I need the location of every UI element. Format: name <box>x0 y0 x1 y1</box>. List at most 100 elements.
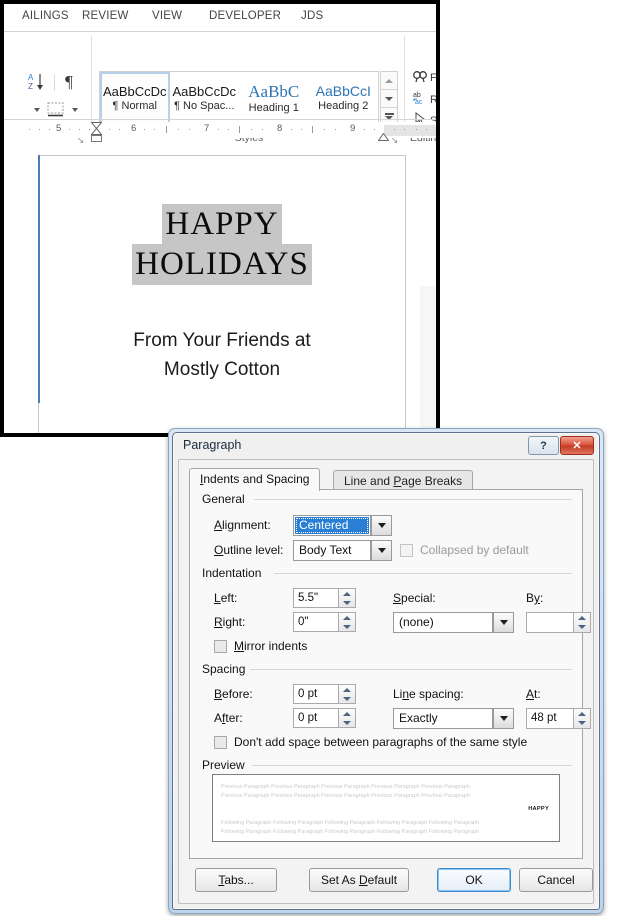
right-indent-marker[interactable] <box>377 128 390 141</box>
preview-sample-text: HAPPY <box>528 806 549 812</box>
ok-button[interactable]: OK <box>437 868 511 892</box>
styles-gallery[interactable]: AaBbCcDc ¶ Normal AaBbCcDc ¶ No Spac... … <box>99 71 379 126</box>
left-indent-stepper-up[interactable] <box>339 589 355 598</box>
ruler-number-9: 9 <box>350 123 356 134</box>
alignment-value: Centered <box>295 517 369 534</box>
at-stepper-up[interactable] <box>574 709 590 719</box>
alignment-dropdown-button[interactable] <box>371 515 392 536</box>
preview-following-line-1: Following Paragraph Following Paragraph … <box>221 820 480 826</box>
set-as-default-button[interactable]: Set As Default <box>309 868 409 892</box>
borders-icon[interactable] <box>46 102 66 118</box>
document-subtitle-line-2: Mostly Cotton <box>163 359 281 381</box>
styles-scroll-up-button[interactable] <box>381 72 397 90</box>
spacing-before-stepper-down[interactable] <box>339 694 355 703</box>
help-button[interactable]: ? <box>528 436 559 455</box>
spacing-before-stepper-up[interactable] <box>339 685 355 694</box>
by-stepper[interactable] <box>573 612 591 633</box>
show-formatting-marks-icon[interactable]: ¶ <box>61 72 77 92</box>
tab-indents-and-spacing[interactable]: Indents and Spacing <box>189 468 321 491</box>
style-item-heading-2[interactable]: AaBbCcI Heading 2 <box>309 72 379 125</box>
editing-item-replace[interactable]: Re <box>430 94 436 106</box>
left-indent-marker[interactable] <box>91 135 102 142</box>
more-bar-icon <box>384 113 394 115</box>
chevron-down-icon <box>499 716 508 721</box>
by-label: By: <box>526 591 544 605</box>
svg-text:ac: ac <box>415 99 423 105</box>
cancel-button[interactable]: Cancel <box>519 868 593 892</box>
document-page[interactable]: HAPPY HOLIDAYS From Your Friends at Most… <box>38 155 406 433</box>
styles-gallery-scrollbar[interactable] <box>380 71 398 126</box>
svg-text:A: A <box>28 73 34 82</box>
ribbon-tab-mailings[interactable]: AILINGS <box>22 10 69 22</box>
ribbon-tab-jds[interactable]: JDS <box>301 10 323 22</box>
preview-group-title: Preview <box>202 758 250 772</box>
ribbon-tab-developer[interactable]: DEVELOPER <box>209 10 281 22</box>
dialog-titlebar[interactable]: Paragraph ? ✕ <box>173 433 599 459</box>
replace-icon[interactable]: ab ac <box>413 90 429 110</box>
special-value[interactable]: (none) <box>393 612 493 633</box>
ruler-number-7: 7 <box>204 123 210 134</box>
outline-level-dropdown-button[interactable] <box>371 540 392 561</box>
left-indent-stepper-down[interactable] <box>339 598 355 607</box>
ruler-number-5: 5 <box>56 123 62 134</box>
spacing-before-input[interactable]: 0 pt <box>293 684 339 704</box>
editing-item-find[interactable]: Fi <box>430 72 436 84</box>
tabs-button[interactable]: Tabs... <box>195 868 277 892</box>
alignment-combobox[interactable]: Centered <box>293 515 371 536</box>
by-input[interactable] <box>526 612 574 633</box>
horizontal-ruler[interactable]: 5 6 7 8 9 <box>26 122 436 142</box>
preview-previous-line-1: Previous Paragraph Previous Paragraph Pr… <box>221 784 470 790</box>
mirror-indents-checkbox[interactable] <box>214 640 227 653</box>
outline-level-value[interactable]: Body Text <box>293 540 371 561</box>
style-item-heading-1[interactable]: AaBbC Heading 1 <box>239 72 309 125</box>
close-icon[interactable]: ✕ <box>560 436 594 455</box>
style-item-normal[interactable]: AaBbCcDc ¶ Normal <box>100 72 170 125</box>
paragraph-dialog[interactable]: Paragraph ? ✕ Indents and Spacing Line a… <box>172 432 600 910</box>
document-canvas[interactable]: HAPPY HOLIDAYS From Your Friends at Most… <box>4 145 436 433</box>
special-dropdown-button[interactable] <box>493 612 514 633</box>
by-stepper-down[interactable] <box>574 623 590 633</box>
ribbon-tab-review[interactable]: REVIEW <box>82 10 129 22</box>
line-spacing-value[interactable]: Exactly <box>393 708 493 729</box>
right-indent-stepper-up[interactable] <box>339 613 355 622</box>
ribbon-tab-view[interactable]: VIEW <box>152 10 182 22</box>
tab-line-and-page-breaks[interactable]: Line and Page Breaks <box>333 470 474 490</box>
at-stepper[interactable] <box>573 708 591 729</box>
borders-dropdown-caret-icon[interactable] <box>72 108 78 112</box>
ruler-right-margin-zone <box>384 125 436 136</box>
spacing-after-stepper[interactable] <box>338 708 356 728</box>
chevron-up-icon <box>578 711 586 716</box>
spacing-after-stepper-down[interactable] <box>339 718 355 727</box>
find-icon[interactable] <box>413 70 427 88</box>
collapsed-by-default-checkbox[interactable] <box>400 544 413 557</box>
shading-dropdown-caret-icon[interactable] <box>34 108 40 112</box>
first-line-indent-marker[interactable] <box>90 122 103 136</box>
style-item-no-spacing[interactable]: AaBbCcDc ¶ No Spac... <box>170 72 240 125</box>
chevron-down-icon <box>343 600 351 605</box>
left-indent-label: Left: <box>214 591 238 605</box>
right-indent-input[interactable]: 0" <box>293 612 339 632</box>
spacing-after-stepper-up[interactable] <box>339 709 355 718</box>
svg-text:ab: ab <box>413 92 421 99</box>
left-indent-stepper[interactable] <box>338 588 356 608</box>
styles-scroll-down-button[interactable] <box>381 90 397 108</box>
right-indent-stepper-down[interactable] <box>339 622 355 631</box>
spacing-after-input[interactable]: 0 pt <box>293 708 339 728</box>
by-stepper-up[interactable] <box>574 613 590 623</box>
wordart-happy-holidays[interactable]: HAPPY HOLIDAYS <box>39 204 405 285</box>
document-subtitle[interactable]: From Your Friends at Mostly Cotton <box>39 326 405 385</box>
sort-az-icon[interactable]: A Z <box>28 72 50 92</box>
right-indent-stepper[interactable] <box>338 612 356 632</box>
style-sample-heading-1: AaBbC <box>248 81 300 101</box>
dialog-title: Paragraph <box>183 438 242 452</box>
at-input[interactable]: 48 pt <box>526 708 574 729</box>
at-stepper-down[interactable] <box>574 719 590 729</box>
line-spacing-dropdown-button[interactable] <box>493 708 514 729</box>
left-indent-input[interactable]: 5.5" <box>293 588 339 608</box>
chevron-down-icon <box>343 720 351 725</box>
chevron-down-icon <box>377 548 386 553</box>
collapsed-by-default-label: Collapsed by default <box>420 543 529 557</box>
spacing-before-label: Before: <box>214 687 253 701</box>
spacing-before-stepper[interactable] <box>338 684 356 704</box>
dont-add-space-checkbox[interactable] <box>214 736 227 749</box>
